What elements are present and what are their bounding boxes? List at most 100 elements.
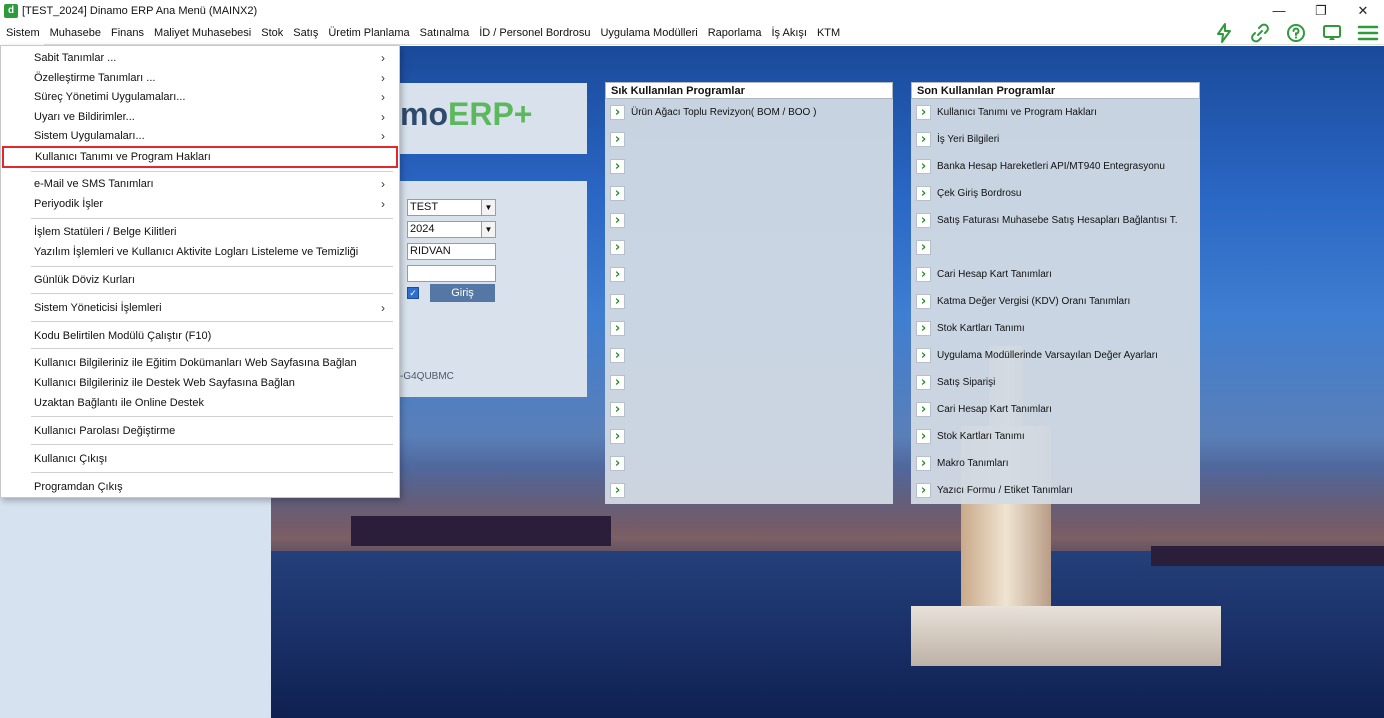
menu-item-ozellestirme-tanimlari[interactable]: Özelleştirme Tanımları ... › bbox=[1, 68, 399, 88]
menu-sistem[interactable]: Sistem bbox=[0, 20, 44, 45]
recent-program-label[interactable]: Satış Faturası Muhasebe Satış Hesapları … bbox=[937, 213, 1178, 228]
recent-program-row[interactable]: › Yazıcı Formu / Etiket Tanımları bbox=[916, 483, 1073, 510]
chevron-right-icon[interactable]: › bbox=[916, 348, 931, 363]
chevron-right-icon[interactable]: › bbox=[916, 105, 931, 120]
frequent-program-row[interactable]: › bbox=[610, 402, 631, 429]
menu-item-parola-degistirme[interactable]: Kullanıcı Parolası Değiştirme bbox=[1, 421, 399, 441]
menu-item-uyari-bildirimler[interactable]: Uyarı ve Bildirimler... › bbox=[1, 107, 399, 127]
menu-item-gunluk-doviz-kurlari[interactable]: Günlük Döviz Kurları bbox=[1, 270, 399, 290]
recent-program-row[interactable]: › Cari Hesap Kart Tanımları bbox=[916, 267, 1052, 294]
chevron-right-icon[interactable]: › bbox=[610, 213, 625, 228]
menu-is-akisi[interactable]: İş Akışı bbox=[766, 21, 811, 45]
menu-stok[interactable]: Stok bbox=[255, 21, 287, 45]
recent-program-row[interactable]: › Stok Kartları Tanımı bbox=[916, 429, 1025, 456]
menu-maliyet-muhasebesi[interactable]: Maliyet Muhasebesi bbox=[148, 21, 255, 45]
chevron-right-icon[interactable]: › bbox=[916, 429, 931, 444]
chevron-down-icon[interactable]: ▼ bbox=[481, 200, 495, 215]
chevron-right-icon[interactable]: › bbox=[916, 375, 931, 390]
chevron-right-icon[interactable]: › bbox=[610, 186, 625, 201]
recent-program-label[interactable]: Çek Giriş Bordrosu bbox=[937, 186, 1021, 201]
menu-item-email-sms[interactable]: e-Mail ve SMS Tanımları › bbox=[1, 174, 399, 194]
menu-muhasebe[interactable]: Muhasebe bbox=[44, 21, 105, 45]
menu-uretim-planlama[interactable]: Üretim Planlama bbox=[322, 21, 413, 45]
recent-program-label[interactable]: Cari Hesap Kart Tanımları bbox=[937, 402, 1052, 417]
recent-program-row[interactable]: › bbox=[916, 240, 937, 267]
company-select[interactable]: TEST ▼ bbox=[407, 199, 496, 216]
chevron-right-icon[interactable]: › bbox=[916, 186, 931, 201]
chevron-right-icon[interactable]: › bbox=[610, 375, 625, 390]
frequent-program-row[interactable]: › bbox=[610, 456, 631, 483]
recent-program-label[interactable]: Uygulama Modüllerinde Varsayılan Değer A… bbox=[937, 348, 1158, 363]
menu-item-sabit-tanimlar[interactable]: Sabit Tanımlar ... › bbox=[1, 48, 399, 68]
recent-program-row[interactable]: › Satış Faturası Muhasebe Satış Hesapları… bbox=[916, 213, 1178, 240]
chevron-right-icon[interactable]: › bbox=[610, 348, 625, 363]
frequent-program-row[interactable]: › bbox=[610, 375, 631, 402]
restore-button[interactable]: ❐ bbox=[1300, 0, 1342, 21]
recent-program-label[interactable]: Yazıcı Formu / Etiket Tanımları bbox=[937, 483, 1073, 498]
chevron-right-icon[interactable]: › bbox=[916, 483, 931, 498]
menu-finans[interactable]: Finans bbox=[105, 21, 148, 45]
menu-item-surec-yonetimi[interactable]: Süreç Yönetimi Uygulamaları... › bbox=[1, 87, 399, 107]
lightning-icon[interactable] bbox=[1212, 21, 1236, 45]
menu-item-egitim-dokumanlari[interactable]: Kullanıcı Bilgileriniz ile Eğitim Doküma… bbox=[1, 353, 399, 373]
chevron-right-icon[interactable]: › bbox=[916, 294, 931, 309]
menu-personel-bordrosu[interactable]: İD / Personel Bordrosu bbox=[473, 21, 594, 45]
recent-program-row[interactable]: › Stok Kartları Tanımı bbox=[916, 321, 1025, 348]
menu-raporlama[interactable]: Raporlama bbox=[702, 21, 766, 45]
frequent-program-row[interactable]: › bbox=[610, 267, 631, 294]
menu-item-sistem-uygulamalari[interactable]: Sistem Uygulamaları... › bbox=[1, 126, 399, 146]
chevron-right-icon[interactable]: › bbox=[916, 132, 931, 147]
chevron-right-icon[interactable]: › bbox=[610, 402, 625, 417]
link-icon[interactable] bbox=[1248, 21, 1272, 45]
hamburger-icon[interactable] bbox=[1356, 21, 1380, 45]
frequent-program-row[interactable]: › bbox=[610, 186, 631, 213]
chevron-right-icon[interactable]: › bbox=[610, 429, 625, 444]
chevron-right-icon[interactable]: › bbox=[916, 213, 931, 228]
recent-program-row[interactable]: › Katma Değer Vergisi (KDV) Oranı Tanımla… bbox=[916, 294, 1130, 321]
frequent-program-row[interactable]: › bbox=[610, 321, 631, 348]
frequent-program-row[interactable]: › bbox=[610, 132, 631, 159]
frequent-program-row[interactable]: › Ürün Ağacı Toplu Revizyon( BOM / BOO ) bbox=[610, 105, 816, 132]
chevron-right-icon[interactable]: › bbox=[916, 402, 931, 417]
menu-item-programdan-cikis[interactable]: Programdan Çıkış bbox=[1, 477, 399, 497]
menu-item-online-destek[interactable]: Uzaktan Bağlantı ile Online Destek bbox=[1, 393, 399, 413]
chevron-right-icon[interactable]: › bbox=[610, 159, 625, 174]
recent-program-label[interactable]: Cari Hesap Kart Tanımları bbox=[937, 267, 1052, 282]
chevron-right-icon[interactable]: › bbox=[916, 456, 931, 471]
chevron-down-icon[interactable]: ▼ bbox=[481, 222, 495, 237]
chevron-right-icon[interactable]: › bbox=[916, 159, 931, 174]
close-button[interactable]: ✕ bbox=[1342, 0, 1384, 21]
menu-item-kodu-belirtilen-modul[interactable]: Kodu Belirtilen Modülü Çalıştır (F10) bbox=[1, 326, 399, 346]
chevron-right-icon[interactable]: › bbox=[610, 294, 625, 309]
menu-uygulama-modulleri[interactable]: Uygulama Modülleri bbox=[594, 21, 701, 45]
password-input[interactable] bbox=[407, 265, 496, 282]
chevron-right-icon[interactable]: › bbox=[916, 267, 931, 282]
frequent-program-row[interactable]: › bbox=[610, 348, 631, 375]
recent-program-row[interactable]: › İş Yeri Bilgileri bbox=[916, 132, 999, 159]
chevron-right-icon[interactable]: › bbox=[610, 483, 625, 498]
recent-program-row[interactable]: › Uygulama Modüllerinde Varsayılan Değer … bbox=[916, 348, 1158, 375]
username-input[interactable]: RIDVAN bbox=[407, 243, 496, 260]
frequent-program-row[interactable]: › bbox=[610, 159, 631, 186]
chevron-right-icon[interactable]: › bbox=[610, 456, 625, 471]
recent-program-label[interactable]: Katma Değer Vergisi (KDV) Oranı Tanımlar… bbox=[937, 294, 1130, 309]
menu-satis[interactable]: Satış bbox=[287, 21, 322, 45]
recent-program-row[interactable]: › Kullanıcı Tanımı ve Program Hakları bbox=[916, 105, 1097, 132]
frequent-program-label[interactable]: Ürün Ağacı Toplu Revizyon( BOM / BOO ) bbox=[631, 105, 816, 120]
recent-program-row[interactable]: › Çek Giriş Bordrosu bbox=[916, 186, 1021, 213]
chevron-right-icon[interactable]: › bbox=[610, 240, 625, 255]
recent-program-label[interactable]: İş Yeri Bilgileri bbox=[937, 132, 999, 147]
chevron-right-icon[interactable]: › bbox=[916, 321, 931, 336]
minimize-button[interactable]: — bbox=[1258, 0, 1300, 21]
login-button[interactable]: Giriş bbox=[430, 284, 495, 302]
frequent-program-row[interactable]: › bbox=[610, 240, 631, 267]
frequent-program-row[interactable]: › bbox=[610, 294, 631, 321]
menu-item-yazilim-islemleri-loglari[interactable]: Yazılım İşlemleri ve Kullanıcı Aktivite … bbox=[1, 242, 399, 262]
chevron-right-icon[interactable]: › bbox=[610, 105, 625, 120]
recent-program-label[interactable]: Stok Kartları Tanımı bbox=[937, 429, 1025, 444]
chevron-right-icon[interactable]: › bbox=[610, 132, 625, 147]
recent-program-row[interactable]: › Banka Hesap Hareketleri API/MT940 Enteg… bbox=[916, 159, 1165, 186]
screen-icon[interactable] bbox=[1320, 21, 1344, 45]
menu-item-periyodik-isler[interactable]: Periyodik İşler › bbox=[1, 194, 399, 214]
help-icon[interactable] bbox=[1284, 21, 1308, 45]
